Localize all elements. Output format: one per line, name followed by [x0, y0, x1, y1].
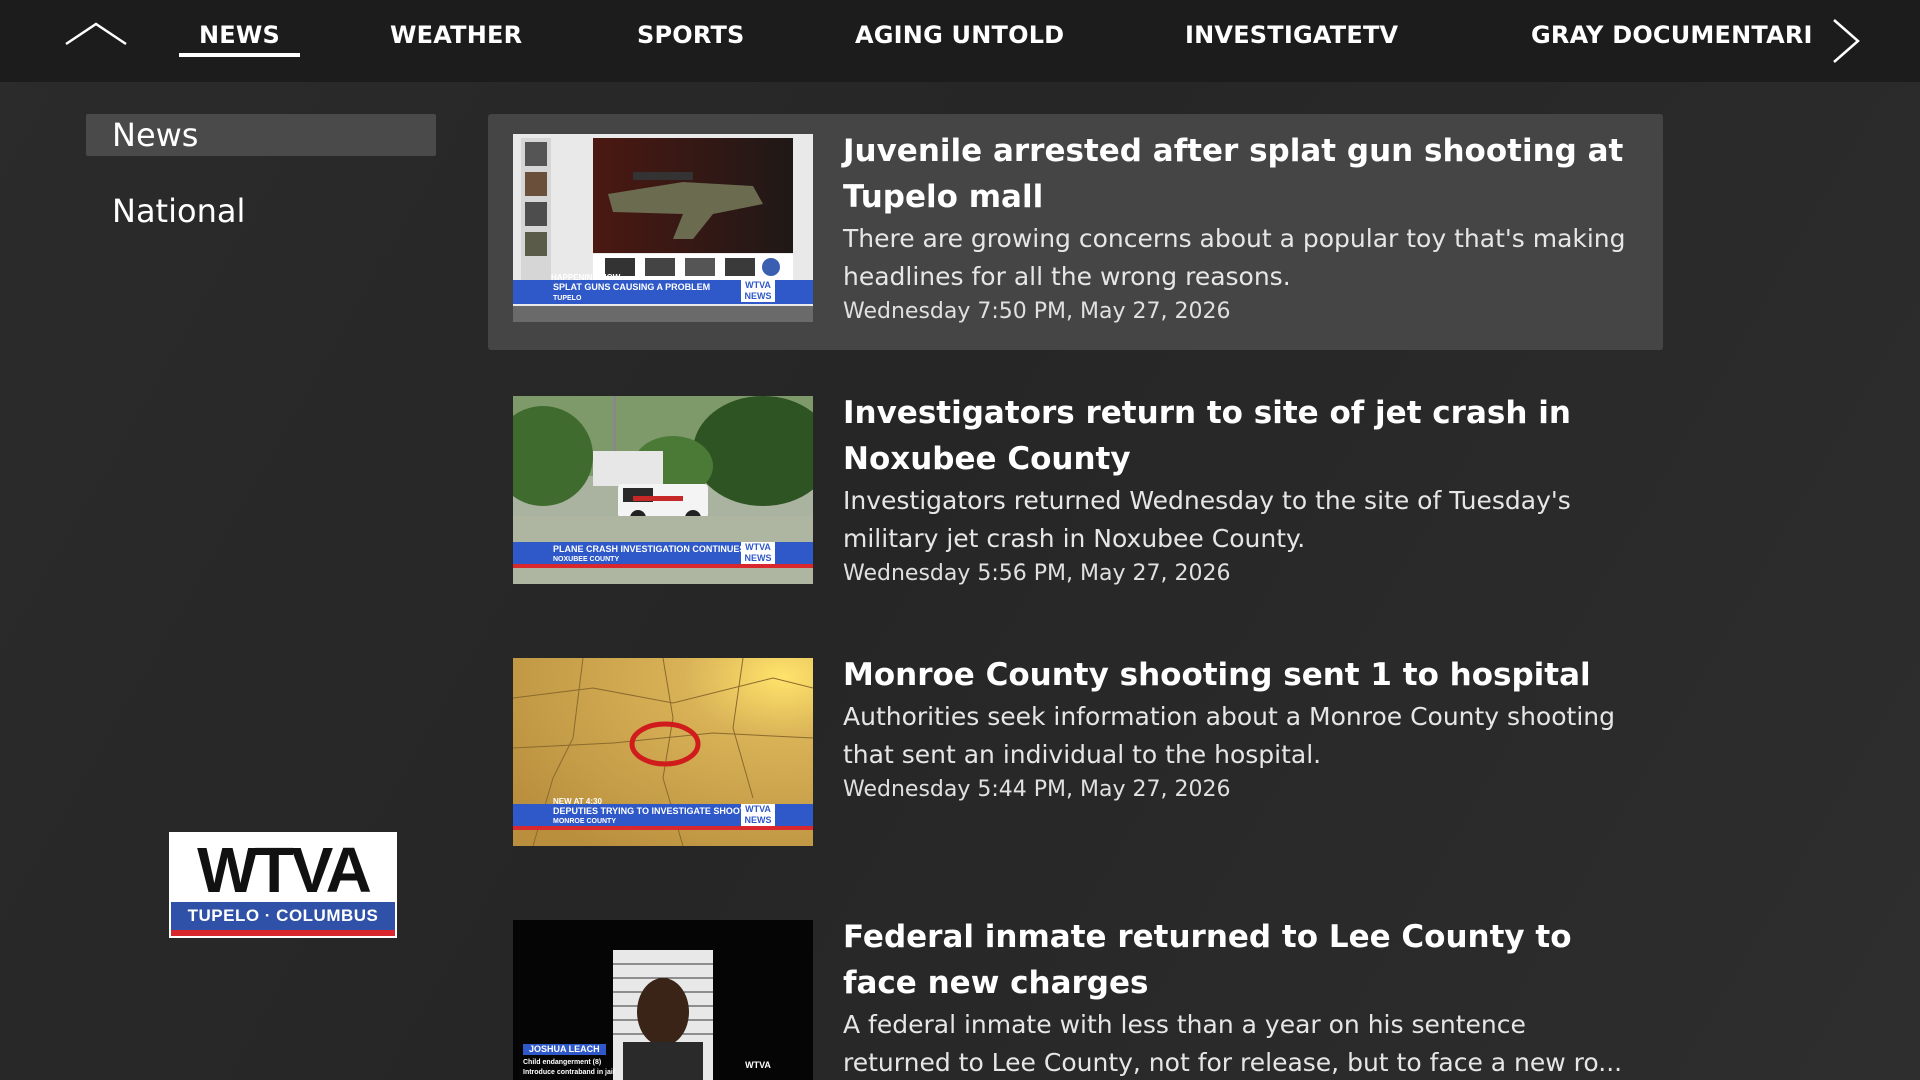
top-navigation-bar: NEWS WEATHER SPORTS AGING UNTOLD INVESTI… — [0, 0, 1920, 82]
story-thumbnail: PLANE CRASH INVESTIGATION CONTINUES NOXU… — [513, 396, 813, 584]
thumb-station-logo: WTVA — [741, 1060, 775, 1080]
sidebar-item-national[interactable]: National — [86, 190, 436, 232]
chevron-up-icon[interactable] — [62, 14, 130, 54]
thumb-logo-sub: NEWS — [744, 291, 772, 301]
story-item[interactable]: NEW AT 4:30 DEPUTIES TRYING TO INVESTIGA… — [488, 638, 1663, 874]
logo-wordmark: WTVA — [197, 834, 372, 906]
story-item[interactable]: PLANE CRASH INVESTIGATION CONTINUES NOXU… — [488, 376, 1663, 612]
logo-tagline: TUPELO · COLUMBUS — [171, 902, 395, 930]
tab-weather[interactable]: WEATHER — [390, 18, 522, 58]
thumb-logo-sub: NEWS — [744, 553, 772, 563]
thumb-name-label: JOSHUA LEACH — [523, 1044, 606, 1055]
thumb-station-logo: WTVA NEWS — [741, 804, 775, 826]
thumb-chyron-text: SPLAT GUNS CAUSING A PROBLEM — [553, 282, 711, 292]
story-thumbnail: NEW AT 4:30 DEPUTIES TRYING TO INVESTIGA… — [513, 658, 813, 846]
tab-news[interactable]: NEWS — [178, 18, 301, 58]
thumb-station-logo: WTVA NEWS — [741, 542, 775, 564]
story-date: Wednesday 7:50 PM, May 27, 2026 — [843, 299, 1231, 324]
mugshot-graphic — [513, 920, 813, 1080]
station-logo: WTVA TUPELO · COLUMBUS — [169, 832, 397, 938]
thumb-chyron-stripe — [513, 826, 813, 830]
story-summary: Investigators returned Wednesday to the … — [843, 486, 1571, 553]
thumb-logo-sub: NEWS — [744, 815, 772, 825]
tab-gray-documentaries[interactable]: GRAY DOCUMENTARIES — [1531, 18, 1811, 58]
tab-aging-untold[interactable]: AGING UNTOLD — [855, 18, 1064, 58]
story-headline: Monroe County shooting sent 1 to hospita… — [843, 657, 1591, 693]
story-item[interactable]: HAPPENING NOW SPLAT GUNS CAUSING A PROBL… — [488, 114, 1663, 350]
story-date: Wednesday 5:56 PM, May 27, 2026 — [843, 561, 1231, 586]
story-thumbnail: JOSHUA LEACH Child endangerment (8) Intr… — [513, 920, 813, 1080]
story-headline: Juvenile arrested after splat gun shooti… — [843, 133, 1624, 215]
thumb-logo-word: WTVA — [745, 280, 771, 290]
thumb-logo-word: WTVA — [745, 1060, 771, 1070]
logo-red-stripe — [171, 930, 395, 936]
story-thumbnail: HAPPENING NOW SPLAT GUNS CAUSING A PROBL… — [513, 134, 813, 322]
thumb-station-logo: WTVA NEWS — [741, 280, 775, 302]
story-headline: Federal inmate returned to Lee County to… — [843, 919, 1572, 1001]
thumb-charge-2: Introduce contraband in jail — [523, 1069, 615, 1076]
story-summary: There are growing concerns about a popul… — [843, 224, 1626, 291]
story-summary: Authorities seek information about a Mon… — [843, 702, 1615, 769]
story-item[interactable]: JOSHUA LEACH Child endangerment (8) Intr… — [488, 900, 1663, 1080]
sidebar-item-news[interactable]: News — [86, 114, 436, 156]
thumb-chyron-sub: TUPELO — [553, 295, 582, 302]
chevron-right-icon[interactable] — [1824, 14, 1864, 68]
tab-investigatetv[interactable]: INVESTIGATETV — [1185, 18, 1398, 58]
tab-sports[interactable]: SPORTS — [637, 18, 745, 58]
story-summary: A federal inmate with less than a year o… — [843, 1010, 1623, 1077]
thumb-logo-word: WTVA — [745, 804, 771, 814]
thumb-logo-word: WTVA — [745, 542, 771, 552]
thumb-chyron-stripe — [513, 564, 813, 568]
story-date: Wednesday 5:44 PM, May 27, 2026 — [843, 777, 1231, 802]
story-headline: Investigators return to site of jet cras… — [843, 395, 1571, 477]
